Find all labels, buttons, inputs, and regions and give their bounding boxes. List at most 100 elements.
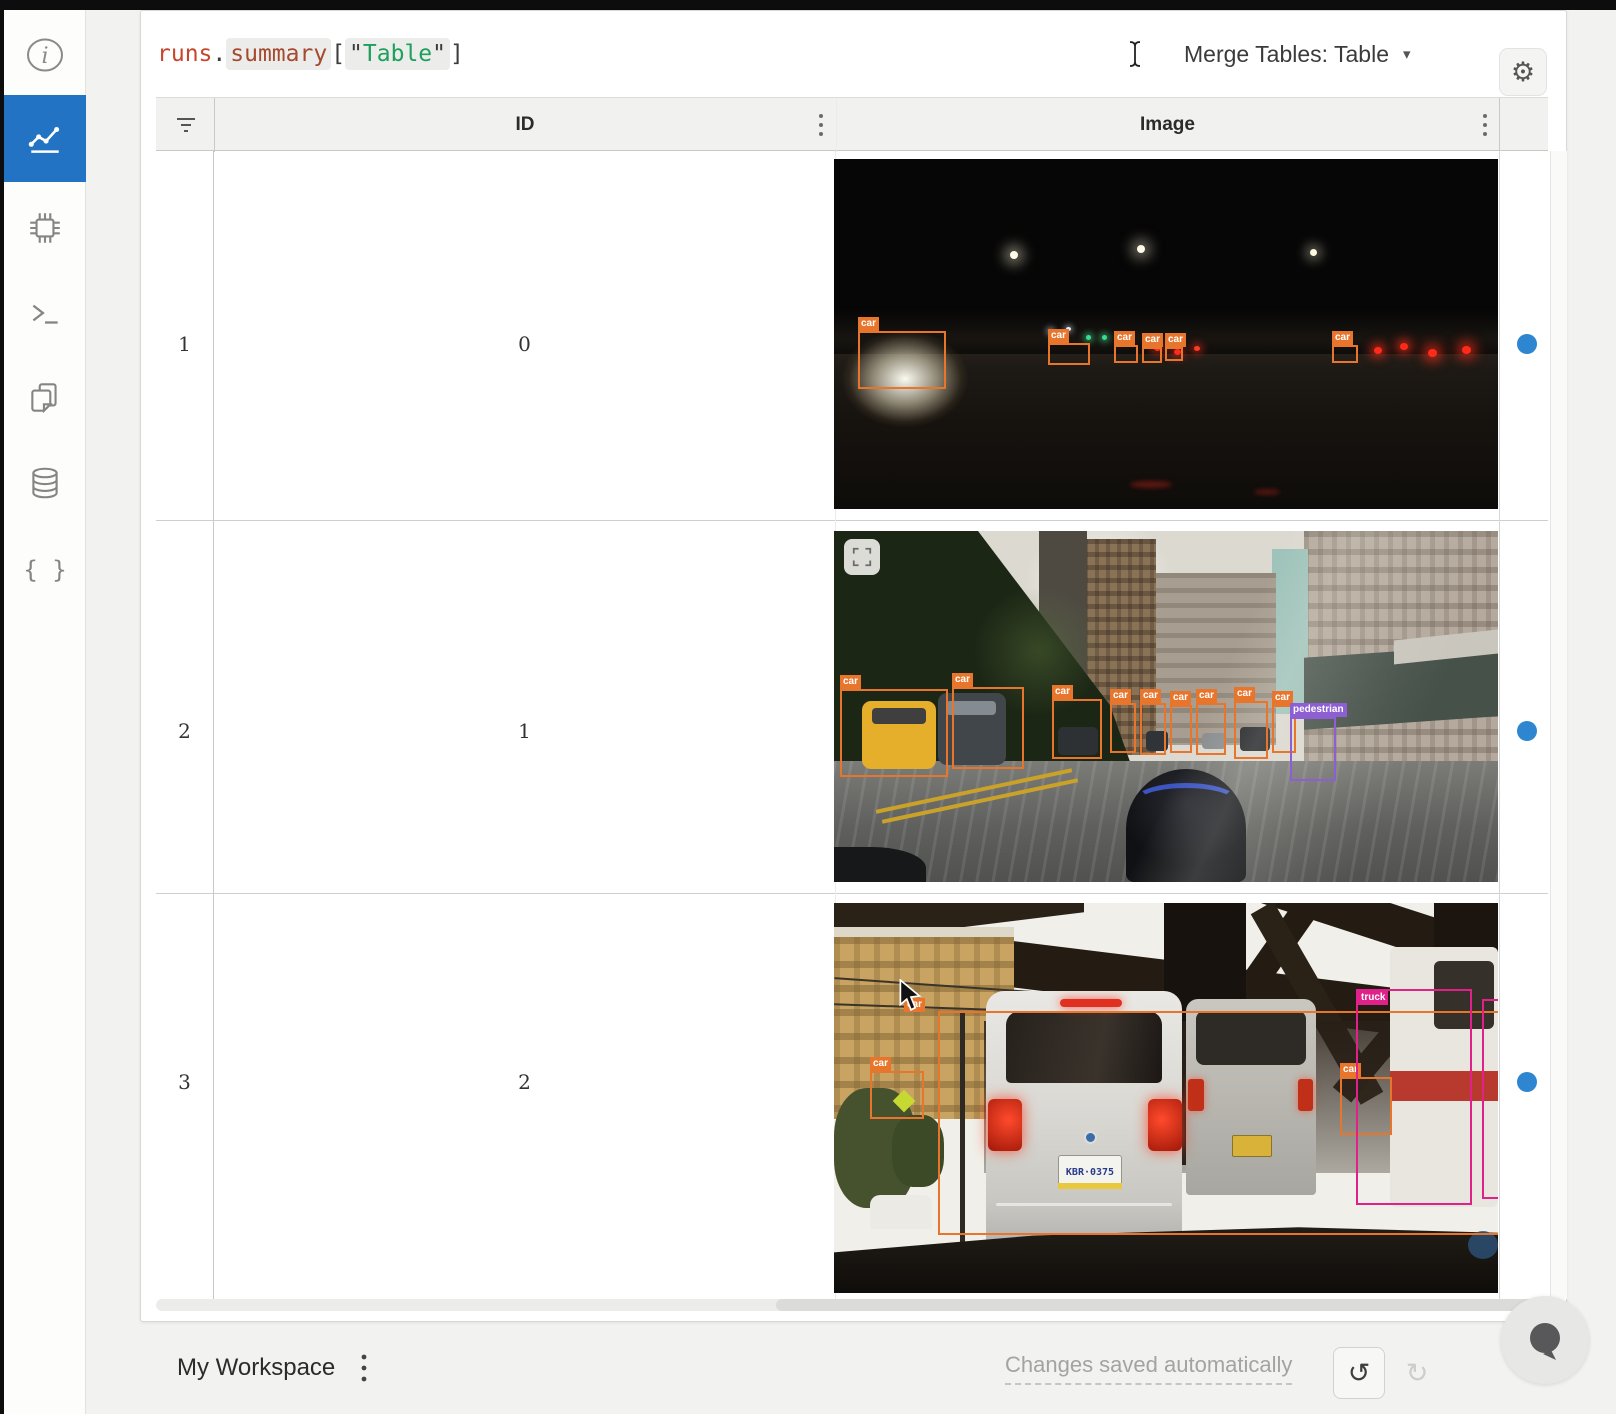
gear-icon: ⚙: [1511, 57, 1535, 88]
image-cell-city-street[interactable]: car car car car car car car car car pede…: [834, 531, 1498, 882]
expr-quote-open: ": [349, 41, 363, 67]
chart-icon: [26, 120, 64, 158]
bbox-label: car: [1110, 689, 1131, 703]
panel-header-controls: Merge Tables: Table ▾: [1126, 11, 1411, 97]
header-divider: [1499, 98, 1500, 152]
expand-icon: [851, 546, 873, 568]
bbox-car: [1140, 703, 1166, 755]
scene-bmw-brake-strip: [1060, 999, 1122, 1007]
panel-settings-button[interactable]: ⚙: [1499, 48, 1547, 96]
expr-bracket-close: ]: [450, 41, 464, 67]
street-light: [1010, 251, 1018, 259]
bbox-car: [1142, 347, 1162, 363]
info-glyph: i: [41, 44, 48, 69]
bbox-label: car: [1052, 685, 1073, 699]
row-indicator-dot: [1517, 1072, 1537, 1092]
undo-icon: ↺: [1348, 1358, 1371, 1389]
expr-dot: .: [212, 41, 226, 67]
row-indicator-dot: [1517, 721, 1537, 741]
bbox-car: [1165, 347, 1183, 361]
column-header-id[interactable]: ID: [214, 98, 836, 152]
row-divider: [156, 893, 1548, 894]
save-status: Changes saved automatically: [1005, 1352, 1292, 1385]
row-divider: [156, 520, 1548, 521]
bbox-car: [870, 1071, 924, 1119]
sidebar-item-charts[interactable]: [4, 95, 86, 182]
bbox-car: [1196, 703, 1226, 755]
bbox-label: truck: [1358, 991, 1388, 1005]
table-header: ID Image: [156, 97, 1548, 151]
bbox-car: [1048, 343, 1090, 365]
bbox-car: [1170, 705, 1192, 753]
scene-roofline: [834, 927, 1014, 937]
bbox-label: car: [1165, 333, 1186, 347]
bbox-car: [1110, 703, 1136, 753]
bbox-car: [1332, 345, 1358, 363]
expr-property: summary: [226, 38, 331, 70]
horizontal-scrollbar-thumb[interactable]: [776, 1299, 1548, 1311]
database-icon[interactable]: [4, 455, 86, 511]
undo-button[interactable]: ↺: [1333, 1347, 1385, 1399]
bbox-car: [1234, 701, 1268, 759]
scene-greenery: [892, 1115, 944, 1187]
bbox-label: car: [1048, 329, 1069, 343]
redo-icon: ↻: [1406, 1358, 1429, 1389]
redo-button[interactable]: ↻: [1391, 1347, 1443, 1399]
bbox-label: car: [1140, 689, 1161, 703]
row-number: 1: [156, 324, 213, 364]
bbox-truck: [1356, 989, 1472, 1205]
bbox-label: car: [952, 673, 973, 687]
bbox-label: car: [1332, 331, 1353, 345]
bbox-car: [1114, 345, 1138, 363]
braces-icon[interactable]: { }: [4, 542, 86, 598]
row-number: 2: [156, 711, 213, 751]
row-indicator-dot: [1517, 334, 1537, 354]
workspace-menu-icon[interactable]: [352, 1348, 376, 1388]
bbox-label: pedestrian: [1290, 703, 1347, 717]
image-cell-night-drive[interactable]: car car car car car car: [834, 159, 1498, 509]
caret-down-icon[interactable]: ▾: [1403, 45, 1411, 63]
info-icon[interactable]: i: [4, 27, 86, 83]
filter-icon[interactable]: [174, 114, 198, 141]
chat-bubble-icon: [1519, 1314, 1571, 1366]
bbox-label: car: [870, 1057, 891, 1071]
id-cell[interactable]: 0: [214, 324, 835, 364]
bbox-label: car: [1114, 331, 1135, 345]
image-cell-bridge-traffic[interactable]: KBR·0375 car car car truck: [834, 903, 1498, 1293]
vertical-scrollbar[interactable]: [1550, 151, 1567, 1299]
bbox-truck-partial: [1482, 999, 1498, 1199]
terminal-icon[interactable]: [4, 285, 86, 341]
sidebar: i: [4, 10, 86, 1414]
id-cell[interactable]: 1: [214, 711, 835, 751]
street-light: [1310, 249, 1317, 256]
panel-expression[interactable]: runs.summary["Table"]: [157, 11, 464, 97]
expr-bracket-open: [: [331, 41, 345, 67]
id-cell[interactable]: 2: [214, 1062, 835, 1102]
expand-image-button[interactable]: [844, 539, 880, 575]
id-column-menu-icon[interactable]: [816, 112, 826, 143]
bbox-label: car: [840, 675, 861, 689]
bbox-car: [858, 331, 946, 389]
column-divider: [1499, 151, 1500, 1299]
text-cursor: [1126, 39, 1144, 69]
cpu-icon[interactable]: [4, 200, 86, 256]
bbox-label: car: [1196, 689, 1217, 703]
bbox-car: [840, 689, 948, 777]
bbox-label: car: [1142, 333, 1163, 347]
scene-white-car-small: [870, 1195, 932, 1229]
street-light: [1137, 245, 1145, 253]
column-header-image[interactable]: Image: [836, 98, 1499, 152]
bbox-label: car: [1170, 691, 1191, 705]
top-black-bar: [0, 0, 1616, 10]
expr-object: runs: [157, 41, 212, 67]
braces-glyph: { }: [25, 556, 65, 584]
screen: { "panel": { "expression": { "object": "…: [0, 0, 1616, 1414]
row-number: 3: [156, 1062, 213, 1102]
merge-tables-dropdown[interactable]: Merge Tables: Table: [1184, 41, 1389, 68]
expr-key: Table: [363, 41, 432, 67]
chat-button[interactable]: [1501, 1296, 1589, 1384]
bbox-label: car: [1234, 687, 1255, 701]
files-icon[interactable]: [4, 370, 86, 426]
image-column-menu-icon[interactable]: [1480, 112, 1490, 143]
horizontal-scrollbar[interactable]: [156, 1299, 1548, 1311]
